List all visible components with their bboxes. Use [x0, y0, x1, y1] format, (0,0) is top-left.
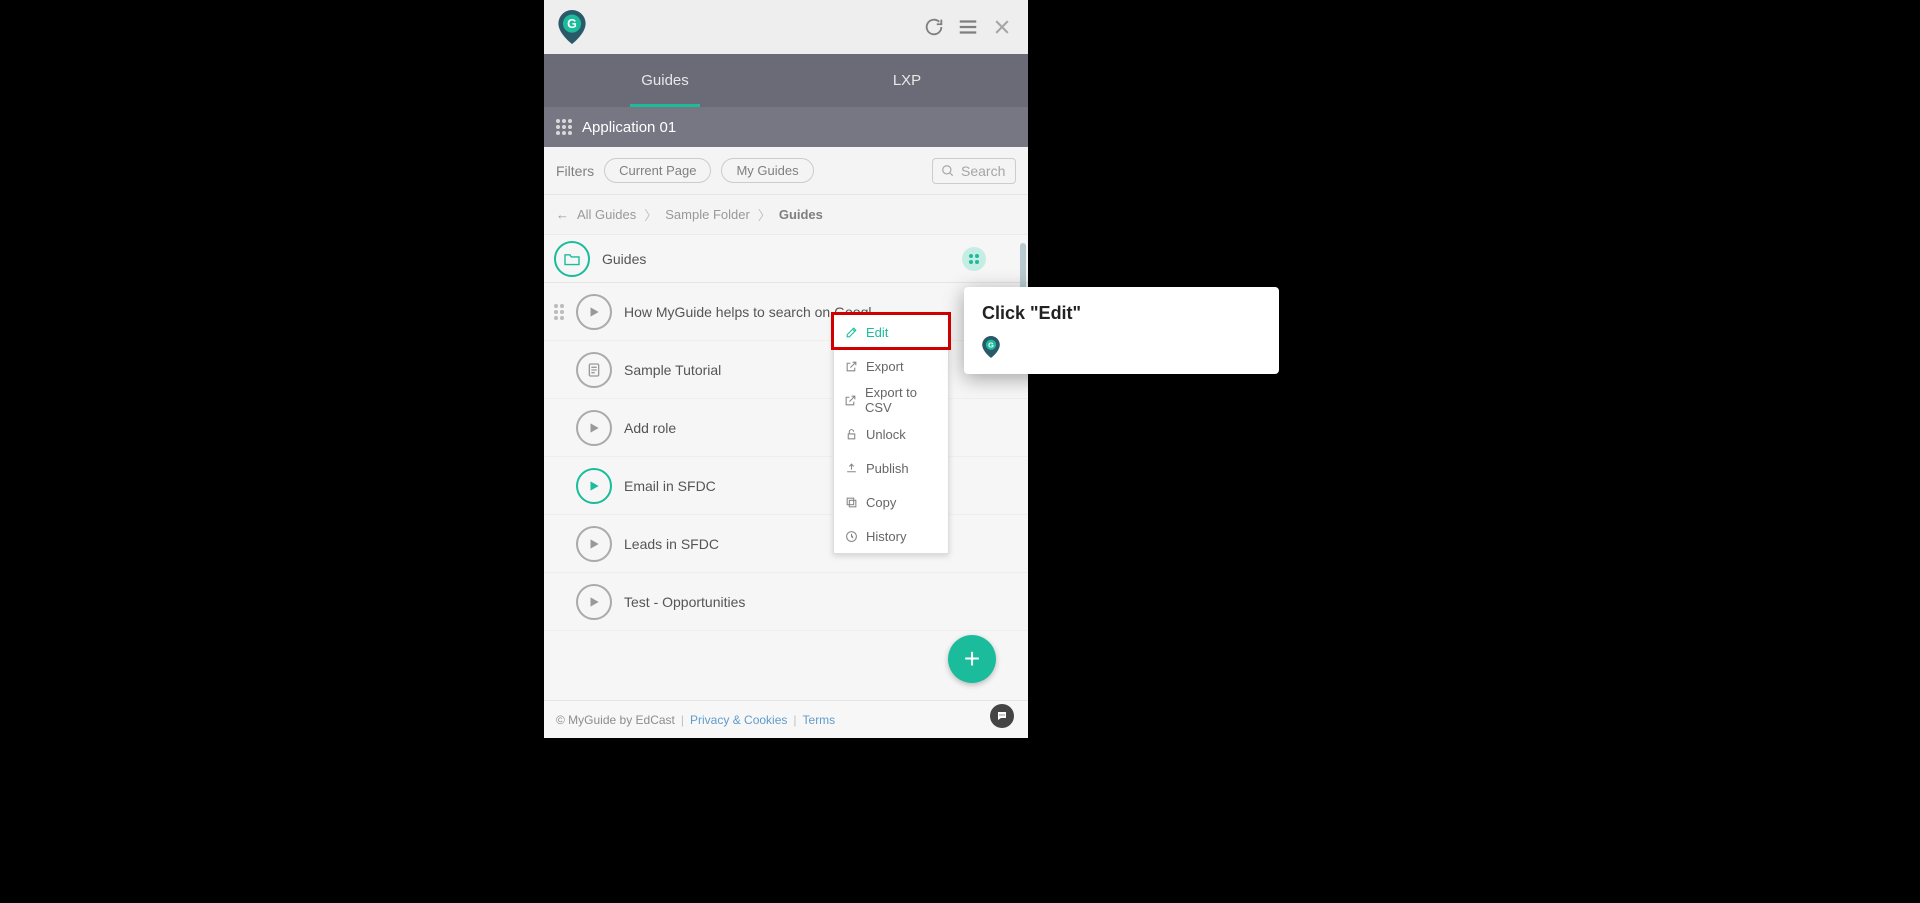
menu-history[interactable]: History	[834, 519, 948, 553]
filters-label: Filters	[556, 163, 594, 179]
guide-title: Leads in SFDC	[624, 536, 719, 552]
breadcrumb-sample-folder[interactable]: Sample Folder	[665, 207, 750, 222]
guide-list: How MyGuide helps to search on Googl Sam…	[544, 283, 1028, 700]
copy-icon	[844, 495, 858, 509]
edit-icon	[844, 325, 858, 339]
menu-unlock-label: Unlock	[866, 427, 906, 442]
unlock-icon	[844, 427, 858, 441]
tooltip-card: Click "Edit" G	[964, 287, 1279, 374]
publish-icon	[844, 461, 858, 475]
play-icon[interactable]	[576, 410, 612, 446]
search-icon	[941, 164, 955, 178]
breadcrumb-separator: 〉	[644, 205, 657, 224]
add-button[interactable]: +	[948, 635, 996, 683]
folder-drag-handle[interactable]	[962, 247, 986, 271]
tab-lxp[interactable]: LXP	[786, 54, 1028, 107]
search-input[interactable]: Search	[932, 158, 1016, 184]
svg-text:G: G	[988, 341, 994, 350]
menu-edit-label: Edit	[866, 325, 888, 340]
context-menu: Edit Export Export to CSV Unlock Publish…	[833, 314, 949, 554]
play-icon[interactable]	[576, 526, 612, 562]
search-placeholder: Search	[961, 163, 1005, 179]
menu-icon[interactable]	[956, 15, 980, 39]
footer-privacy-link[interactable]: Privacy & Cookies	[690, 713, 787, 727]
drag-handle-icon[interactable]	[554, 304, 564, 320]
play-icon[interactable]	[576, 294, 612, 330]
menu-copy-label: Copy	[866, 495, 896, 510]
menu-history-label: History	[866, 529, 906, 544]
svg-text:G: G	[567, 17, 577, 31]
myguide-logo: G	[558, 10, 586, 44]
header-actions	[922, 15, 1014, 39]
footer-separator: |	[681, 713, 684, 727]
guide-title: Test - Opportunities	[624, 594, 745, 610]
guide-row[interactable]: Email in SFDC	[544, 457, 1028, 515]
footer-copyright: © MyGuide by EdCast	[556, 713, 675, 727]
footer: © MyGuide by EdCast | Privacy & Cookies …	[544, 700, 1028, 738]
play-icon[interactable]	[576, 468, 612, 504]
filter-current-page[interactable]: Current Page	[604, 158, 711, 183]
refresh-icon[interactable]	[922, 15, 946, 39]
guide-title: Add role	[624, 420, 676, 436]
menu-publish[interactable]: Publish	[834, 451, 948, 485]
breadcrumb-current: Guides	[779, 207, 823, 222]
play-icon[interactable]	[576, 584, 612, 620]
application-name: Application 01	[582, 119, 676, 136]
breadcrumb-separator: 〉	[758, 205, 771, 224]
breadcrumb: ← All Guides 〉 Sample Folder 〉 Guides	[544, 195, 1028, 235]
menu-export-csv[interactable]: Export to CSV	[834, 383, 948, 417]
breadcrumb-all-guides[interactable]: All Guides	[577, 207, 636, 222]
folder-icon	[554, 241, 590, 277]
folder-title: Guides	[602, 251, 646, 267]
chat-icon[interactable]	[990, 704, 1014, 728]
history-icon	[844, 529, 858, 543]
guide-row[interactable]: How MyGuide helps to search on Googl	[544, 283, 1028, 341]
apps-grid-icon[interactable]	[556, 119, 572, 135]
menu-publish-label: Publish	[866, 461, 909, 476]
tooltip-title: Click "Edit"	[982, 303, 1261, 324]
menu-export[interactable]: Export	[834, 349, 948, 383]
filters-row: Filters Current Page My Guides Search	[544, 147, 1028, 195]
menu-edit[interactable]: Edit	[834, 315, 948, 349]
tooltip-logo-icon: G	[982, 336, 1002, 360]
app-panel: G Guides LXP Application 01 Filters Curr…	[544, 0, 1028, 738]
guide-row[interactable]: Leads in SFDC	[544, 515, 1028, 573]
menu-unlock[interactable]: Unlock	[834, 417, 948, 451]
guide-title: Email in SFDC	[624, 478, 716, 494]
app-header: G	[544, 0, 1028, 54]
guide-row[interactable]: Add role	[544, 399, 1028, 457]
footer-terms-link[interactable]: Terms	[803, 713, 836, 727]
menu-copy[interactable]: Copy	[834, 485, 948, 519]
back-arrow-icon[interactable]: ←	[556, 207, 569, 222]
application-bar: Application 01	[544, 107, 1028, 147]
tabs-bar: Guides LXP	[544, 54, 1028, 107]
guide-row[interactable]: Test - Opportunities	[544, 573, 1028, 631]
guide-row[interactable]: Sample Tutorial	[544, 341, 1028, 399]
export-icon	[844, 359, 858, 373]
export-csv-icon	[844, 393, 857, 407]
footer-separator: |	[793, 713, 796, 727]
close-icon[interactable]	[990, 15, 1014, 39]
menu-export-csv-label: Export to CSV	[865, 385, 938, 415]
guide-title: Sample Tutorial	[624, 362, 721, 378]
document-icon[interactable]	[576, 352, 612, 388]
filter-my-guides[interactable]: My Guides	[721, 158, 813, 183]
folder-header: Guides	[544, 235, 1028, 283]
tab-guides[interactable]: Guides	[544, 54, 786, 107]
menu-export-label: Export	[866, 359, 904, 374]
